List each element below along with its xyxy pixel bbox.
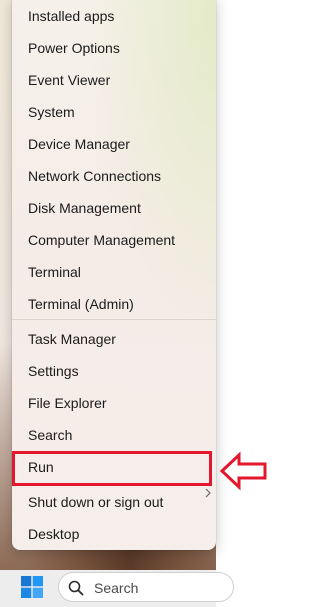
- screen: Installed apps Power Options Event Viewe…: [0, 0, 334, 607]
- menu-item-shut-down-or-sign-out[interactable]: Shut down or sign out: [28, 494, 163, 510]
- menu-item-installed-apps[interactable]: Installed apps: [28, 8, 114, 24]
- search-icon: [68, 580, 84, 596]
- menu-item-event-viewer[interactable]: Event Viewer: [28, 72, 110, 88]
- menu-item-run[interactable]: Run: [28, 459, 54, 475]
- chevron-right-icon: [205, 488, 211, 498]
- search-label: Search: [94, 580, 139, 596]
- menu-item-terminal[interactable]: Terminal: [28, 264, 81, 280]
- menu-item-network-connections[interactable]: Network Connections: [28, 168, 161, 184]
- menu-item-power-options[interactable]: Power Options: [28, 40, 120, 56]
- winx-context-menu: Installed apps Power Options Event Viewe…: [12, 0, 216, 550]
- menu-divider: [12, 319, 216, 320]
- taskbar-search-box[interactable]: Search: [58, 572, 234, 602]
- menu-item-system[interactable]: System: [28, 104, 75, 120]
- windows-logo-icon[interactable]: [21, 576, 43, 598]
- menu-item-file-explorer[interactable]: File Explorer: [28, 395, 107, 411]
- menu-item-device-manager[interactable]: Device Manager: [28, 136, 130, 152]
- menu-item-terminal-admin[interactable]: Terminal (Admin): [28, 296, 134, 312]
- menu-item-task-manager[interactable]: Task Manager: [28, 331, 116, 347]
- menu-item-desktop[interactable]: Desktop: [28, 526, 79, 542]
- menu-item-disk-management[interactable]: Disk Management: [28, 200, 141, 216]
- left-arrow-icon: [219, 451, 267, 491]
- menu-item-settings[interactable]: Settings: [28, 363, 79, 379]
- menu-item-search[interactable]: Search: [28, 427, 72, 443]
- menu-item-computer-management[interactable]: Computer Management: [28, 232, 175, 248]
